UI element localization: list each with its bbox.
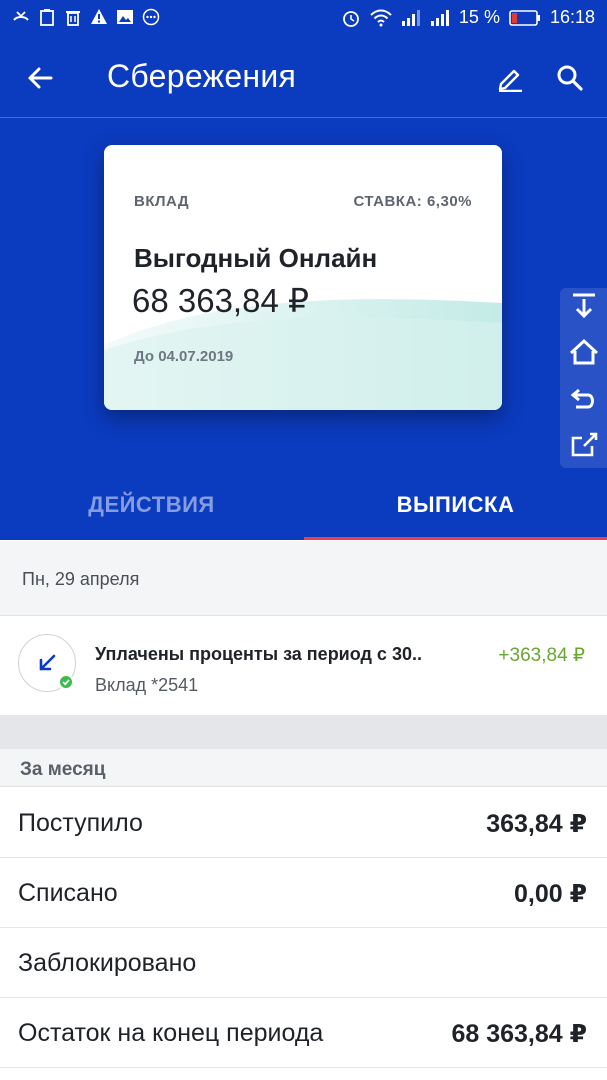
deposit-end-date: До 04.07.2019	[134, 348, 234, 365]
undo-icon	[570, 388, 594, 409]
notification-icons	[12, 8, 160, 26]
summary-row-debited: Списано 0,00 ₽	[0, 858, 607, 928]
section-divider	[0, 715, 607, 749]
summary-value: 0,00 ₽	[514, 880, 587, 908]
summary-header: За месяц	[0, 749, 607, 787]
clipboard-icon	[40, 9, 54, 26]
back-button[interactable]	[20, 58, 60, 98]
tab-actions[interactable]: ДЕЙСТВИЯ	[0, 470, 303, 540]
search-icon	[557, 65, 583, 91]
deposit-name: Выгодный Онлайн	[134, 243, 378, 273]
summary-value: 363,84 ₽	[486, 810, 587, 838]
share-icon	[571, 432, 598, 457]
summary-title: За месяц	[20, 759, 106, 780]
missed-call-icon	[13, 11, 29, 21]
transaction-amount: +363,84 ₽	[498, 645, 585, 666]
back-arrow-icon	[28, 67, 53, 89]
home-icon	[569, 338, 599, 365]
floating-toolbar	[560, 288, 607, 468]
arrow-in-icon	[39, 654, 56, 671]
alarm-icon	[343, 10, 359, 27]
edit-button[interactable]	[490, 58, 530, 98]
warning-icon	[91, 9, 107, 24]
summary-label: Заблокировано	[18, 949, 197, 977]
transaction-row[interactable]: Уплачены проценты за период с 30.. Вклад…	[0, 617, 607, 715]
battery-percent: 15 %	[458, 7, 500, 27]
summary-row-closing-balance: Остаток на конец периода 68 363,84 ₽	[0, 998, 607, 1068]
deposit-type: ВКЛАД	[134, 193, 190, 210]
transaction-account: Вклад *2541	[95, 675, 199, 695]
undo-button[interactable]	[568, 382, 600, 414]
search-button[interactable]	[550, 58, 590, 98]
share-button[interactable]	[568, 428, 600, 460]
tab-statement[interactable]: ВЫПИСКА	[304, 470, 607, 540]
card-wave-decoration	[104, 299, 502, 410]
summary-row-blocked: Заблокировано	[0, 928, 607, 998]
deposit-amount: 68 363,84 ₽	[132, 282, 309, 319]
system-status: 15 % 16:18	[341, 7, 595, 28]
signal-icon	[430, 9, 449, 26]
pencil-icon	[498, 69, 522, 92]
summary-value: 68 363,84 ₽	[451, 1020, 587, 1048]
summary-label: Остаток на конец периода	[18, 1019, 324, 1047]
app-bar: Сбережения	[0, 38, 607, 118]
summary-label: Списано	[18, 879, 118, 907]
trash-icon	[66, 11, 80, 26]
tab-bar: ДЕЙСТВИЯ ВЫПИСКА	[0, 470, 607, 540]
summary-label: Поступило	[18, 809, 143, 837]
summary-row-income: Поступило 363,84 ₽	[0, 788, 607, 858]
page-title: Сбережения	[107, 58, 297, 94]
more-icon	[142, 8, 160, 26]
deposit-card[interactable]: ВКЛАД СТАВКА: 6,30% Выгодный Онлайн 68 3…	[104, 145, 502, 410]
interest-rate: СТАВКА: 6,30%	[353, 193, 472, 210]
home-button[interactable]	[568, 336, 600, 368]
signal-icon	[401, 9, 420, 26]
download-button[interactable]	[568, 290, 600, 322]
success-check-icon	[58, 674, 74, 690]
clock: 16:18	[549, 7, 595, 27]
date-group-header: Пн, 29 апреля	[0, 541, 607, 616]
active-tab-indicator	[304, 537, 607, 540]
date-label: Пн, 29 апреля	[22, 569, 140, 589]
battery-icon	[509, 9, 540, 26]
transaction-title: Уплачены проценты за период с 30..	[95, 644, 422, 664]
status-bar: 15 % 16:18	[0, 0, 607, 38]
wifi-icon	[370, 9, 392, 26]
image-icon	[117, 10, 133, 24]
download-icon	[573, 293, 595, 319]
